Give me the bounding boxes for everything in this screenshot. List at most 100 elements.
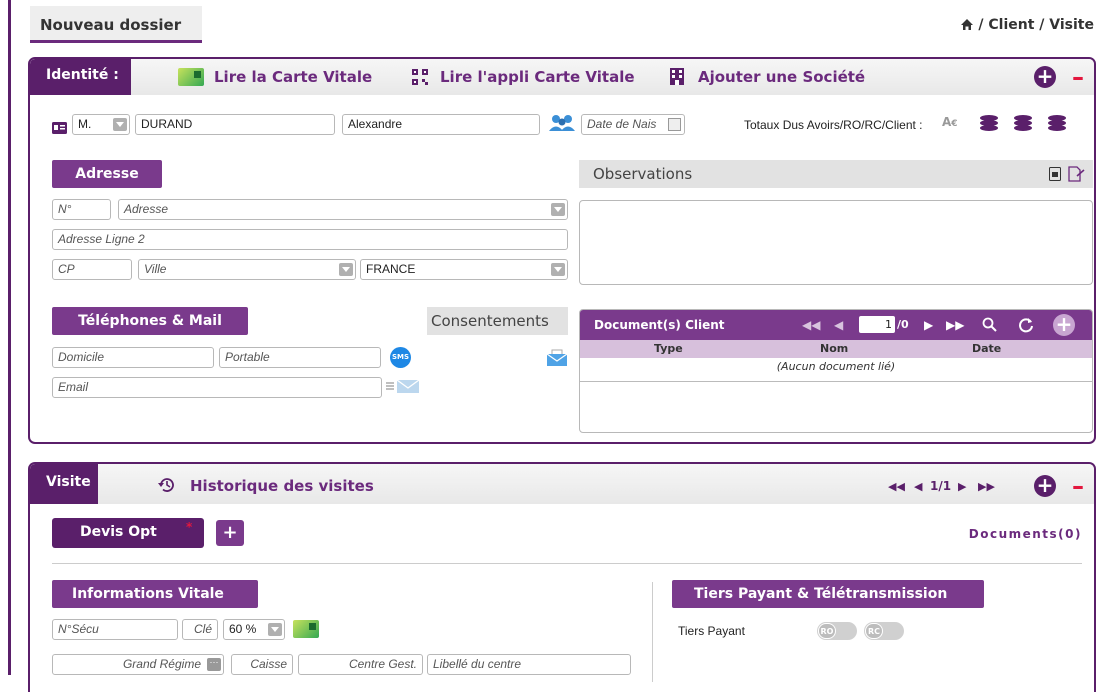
home-icon[interactable] [960,18,974,35]
remove-visit-icon[interactable]: – [1072,474,1084,498]
adresse-ligne2-input[interactable]: Adresse Ligne 2 [52,229,568,250]
page-total: /0 [897,318,909,331]
rc-toggle[interactable]: RC [864,622,904,640]
remove-icon[interactable]: – [1072,65,1084,89]
breadcrumb: / Client / Visite [960,17,1094,35]
first-page-icon[interactable]: ◀◀ [802,318,820,332]
coins-rc-icon[interactable] [1012,114,1034,136]
ro-toggle-knob: RO [818,623,836,639]
ville-select[interactable]: Ville [138,259,356,280]
history-icon [158,477,175,497]
calendar-icon[interactable] [668,118,681,131]
pays-select[interactable]: FRANCE [360,259,568,280]
first-visit-icon[interactable]: ◀◀ [888,480,905,493]
devis-opt-label: Devis Opt [80,524,157,540]
documents-client-panel: Document(s) Client ◀◀ ◀ 1 /0 ▶ ▶▶ + Type… [579,309,1093,433]
edit-icon[interactable] [1068,166,1085,186]
column-type[interactable]: Type [654,342,683,355]
coins-ro-icon[interactable] [978,114,1000,136]
avoirs-icon[interactable]: A€ [942,115,958,129]
grand-regime-placeholder: Grand Régime [122,657,201,671]
devis-opt-tab[interactable]: Devis Opt * [52,518,204,548]
pays-value: FRANCE [366,262,416,276]
family-icon[interactable] [549,114,575,136]
add-visit-icon[interactable]: + [1034,475,1056,497]
refresh-icon[interactable] [1018,317,1034,337]
document-icon[interactable] [1049,167,1061,185]
telephones-title: Téléphones & Mail [52,307,248,335]
mail-consent-icon[interactable] [546,349,568,371]
civilite-select[interactable]: M. [72,114,130,135]
page-input[interactable]: 1 [859,316,895,333]
numero-input[interactable]: N° [52,199,111,220]
nsecu-input[interactable]: N°Sécu [52,619,178,640]
cp-input[interactable]: CP [52,259,132,280]
rc-toggle-knob: RC [865,623,883,639]
documents-title: Document(s) Client [594,318,725,332]
lire-carte-vitale-link[interactable]: Lire la Carte Vitale [214,68,372,86]
visit-pagination: 1/1 [930,479,952,493]
carte-vitale-small-icon[interactable] [293,620,319,638]
add-document-icon[interactable]: + [1053,314,1075,336]
adresse-title: Adresse [52,160,162,188]
building-icon [670,68,684,89]
tab-visite[interactable]: Visite [30,464,98,504]
taux-value: 60 % [229,622,257,636]
search-icon[interactable] [982,317,997,336]
documents-columns: Type Nom Date [580,340,1092,358]
coins-client-icon[interactable] [1046,114,1068,136]
identite-panel: Identité : Lire la Carte Vitale Lire l'a… [28,57,1096,444]
observations-header: Observations [579,160,1093,188]
historique-visites-link[interactable]: Historique des visites [190,477,374,495]
grand-regime-input[interactable]: Grand Régime ··· [52,654,224,675]
documents-header: Document(s) Client ◀◀ ◀ 1 /0 ▶ ▶▶ + [580,310,1092,340]
tab-identite[interactable]: Identité : [30,59,131,95]
visite-header: Visite Historique des visites ◀◀ ◀ 1/1 ▶… [30,464,1094,504]
sms-icon[interactable]: SMS [390,347,411,368]
documents-count[interactable]: Documents(0) [969,527,1082,541]
totaux-label: Totaux Dus Avoirs/RO/RC/Client : [744,118,923,132]
next-visit-icon[interactable]: ▶ [958,480,966,493]
prenom-input[interactable]: Alexandre [342,114,540,135]
caisse-input[interactable]: Caisse [231,654,293,675]
domicile-input[interactable]: Domicile [52,347,214,368]
chevron-down-icon[interactable] [551,263,565,276]
last-visit-icon[interactable]: ▶▶ [978,480,995,493]
libelle-centre-input[interactable]: Libellé du centre [427,654,631,675]
centre-gest-input[interactable]: Centre Gest. [298,654,423,675]
cle-input[interactable]: Clé [182,619,218,640]
send-mail-icon[interactable] [386,378,420,398]
observations-textarea[interactable] [579,200,1093,285]
consentements-header[interactable]: Consentements [427,307,568,335]
prev-visit-icon[interactable]: ◀ [914,480,922,493]
chevron-down-icon[interactable] [339,263,353,276]
date-naissance-input[interactable]: Date de Nais [581,114,685,135]
tab-nouveau-dossier[interactable]: Nouveau dossier [30,6,202,43]
ro-toggle[interactable]: RO [817,622,857,640]
portable-input[interactable]: Portable [219,347,381,368]
chevron-down-icon[interactable] [268,623,282,636]
tiers-payant-title: Tiers Payant & Télétransmission [672,580,984,608]
chevron-down-icon [113,118,127,131]
next-page-icon[interactable]: ▶ [924,318,933,332]
adresse-input[interactable]: Adresse [118,199,568,220]
prev-page-icon[interactable]: ◀ [834,318,843,332]
lire-appli-carte-vitale-link[interactable]: Lire l'appli Carte Vitale [440,68,635,86]
divider [52,563,1082,564]
email-input[interactable]: Email [52,377,382,398]
last-page-icon[interactable]: ▶▶ [946,318,964,332]
add-icon[interactable]: + [1034,66,1056,88]
civilite-value: M. [78,117,92,131]
ville-placeholder: Ville [144,262,167,276]
chevron-down-icon[interactable] [551,203,565,216]
divider [580,381,1092,382]
column-date[interactable]: Date [972,342,1001,355]
identite-header: Identité : Lire la Carte Vitale Lire l'a… [30,59,1094,95]
nom-input[interactable]: DURAND [135,114,335,135]
add-devis-button[interactable]: + [216,520,244,546]
more-options-icon[interactable]: ··· [207,658,221,671]
taux-select[interactable]: 60 % [223,619,285,640]
column-nom[interactable]: Nom [820,342,848,355]
left-accent-bar [8,0,11,675]
ajouter-societe-link[interactable]: Ajouter une Société [698,68,865,86]
